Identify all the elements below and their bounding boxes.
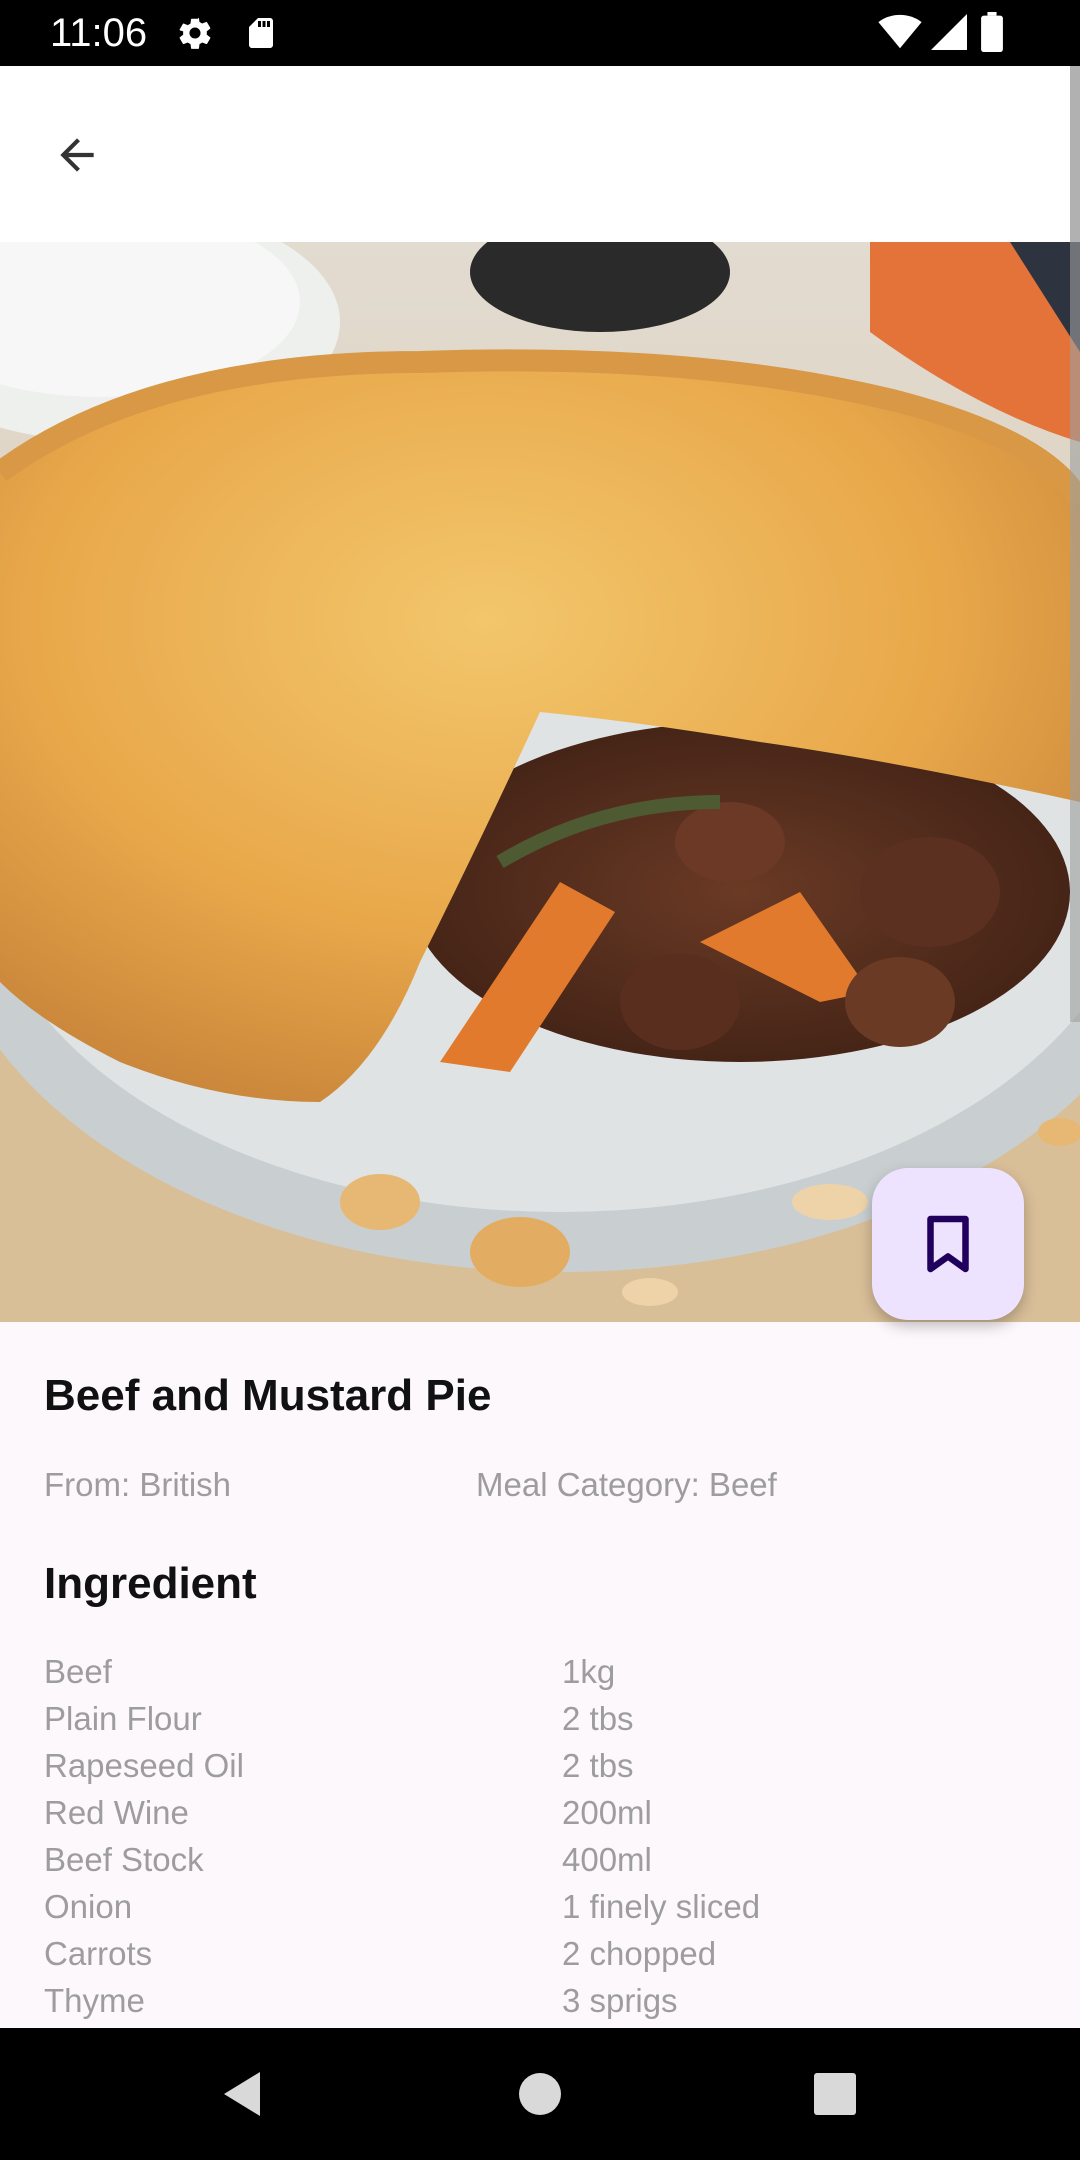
gear-icon (179, 17, 211, 49)
back-button[interactable] (42, 120, 112, 190)
battery-icon (981, 12, 1003, 52)
ingredient-measure: 400ml (562, 1841, 652, 1878)
nav-home-icon[interactable] (510, 2064, 570, 2124)
ingredient-measure: 3 sprigs (562, 1982, 678, 2019)
status-time: 11:06 (50, 11, 148, 55)
ingredient-row: Onion 1 finely sliced (44, 1883, 1044, 1930)
ingredient-name: Rapeseed Oil (44, 1747, 244, 1784)
ingredient-row: Rapeseed Oil 2 tbs (44, 1742, 1044, 1789)
ingredient-measure: 2 chopped (562, 1935, 717, 1972)
nav-back-icon[interactable] (214, 2064, 274, 2124)
ingredient-row: Beef Stock 400ml (44, 1836, 1044, 1883)
ingredients-heading: Ingredient (44, 1559, 257, 1608)
bookmark-button[interactable] (872, 1168, 1024, 1320)
system-nav-bar (0, 2028, 1080, 2160)
top-app-bar (0, 66, 1080, 242)
ingredient-row: Thyme 3 sprigs (44, 1977, 1044, 2024)
ingredient-measure: 2 tbs (562, 1700, 634, 1737)
meal-photo (0, 242, 1080, 1322)
meal-title: Beef and Mustard Pie (44, 1371, 492, 1420)
ingredient-measure: 200ml (562, 1794, 652, 1831)
ingredient-name: Onion (44, 1888, 133, 1925)
ingredient-row: Red Wine 200ml (44, 1789, 1044, 1836)
recipe-detail-screen: Beef and Mustard Pie From: British Meal … (0, 66, 1080, 2028)
signal-icon (931, 14, 967, 50)
scrollbar[interactable] (1070, 66, 1080, 242)
bookmark-icon (927, 1215, 969, 1273)
ingredient-measure: 2 tbs (562, 1747, 634, 1784)
ingredient-list: Beef 1kg Plain Flour 2 tbs Rapeseed Oil … (44, 1648, 1044, 2024)
ingredient-name: Carrots (44, 1935, 153, 1972)
ingredient-name: Plain Flour (44, 1700, 202, 1737)
scrollbar-track (1070, 242, 1080, 1022)
ingredient-measure: 1 finely sliced (562, 1888, 761, 1925)
ingredient-name: Beef (44, 1653, 112, 1690)
ingredient-measure: 1kg (562, 1653, 616, 1690)
sd-card-icon (249, 18, 273, 48)
meal-category: Meal Category: Beef (476, 1466, 777, 1503)
ingredient-row: Beef 1kg (44, 1648, 1044, 1695)
ingredient-row: Carrots 2 chopped (44, 1930, 1044, 1977)
meal-origin: From: British (44, 1466, 232, 1503)
ingredient-name: Beef Stock (44, 1841, 204, 1878)
status-bar: 11:06 (0, 0, 1080, 66)
ingredient-name: Thyme (44, 1982, 145, 2019)
nav-recents-icon[interactable] (805, 2064, 865, 2124)
ingredient-row: Plain Flour 2 tbs (44, 1695, 1044, 1742)
ingredient-name: Red Wine (44, 1794, 189, 1831)
meal-details: Beef and Mustard Pie From: British Meal … (44, 1366, 1044, 2024)
meal-meta: From: British Meal Category: Beef (44, 1466, 1044, 1516)
meal-image (0, 242, 1080, 1322)
wifi-icon (878, 14, 922, 49)
arrow-left-icon (60, 138, 94, 172)
